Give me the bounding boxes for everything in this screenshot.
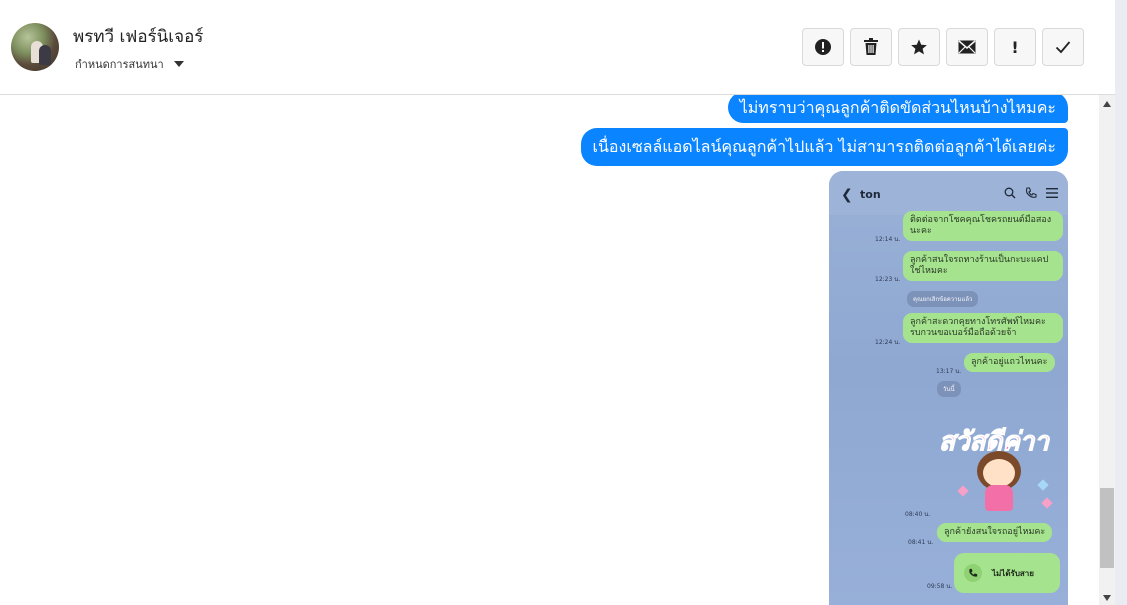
mark-done-button[interactable] bbox=[1042, 28, 1084, 66]
sticker-time: 08:40 น. bbox=[905, 511, 931, 518]
contact-name[interactable]: พรทวี เฟอร์นิเจอร์ bbox=[73, 23, 203, 50]
chat-scrollbar[interactable] bbox=[1099, 95, 1115, 605]
line-message-time: 08:41 น. bbox=[908, 539, 934, 546]
line-message-time: 12:14 น. bbox=[875, 236, 901, 243]
conversation-schedule-dropdown[interactable]: กำหนดการสนทนา bbox=[75, 55, 184, 73]
line-message-time: 12:24 น. bbox=[875, 339, 901, 346]
scroll-down-arrow-icon[interactable] bbox=[1103, 595, 1111, 601]
heart-icon bbox=[1037, 479, 1049, 491]
report-button[interactable] bbox=[802, 28, 844, 66]
line-unsent-notice: คุณยกเลิกข้อความแล้ว bbox=[907, 291, 979, 307]
phone-call-icon bbox=[964, 564, 982, 582]
menu-icon bbox=[1046, 188, 1058, 198]
message-list[interactable]: ไม่ทราบว่าคุณลูกค้าติดขัดส่วนไหนบ้างไหมค… bbox=[0, 95, 1099, 605]
sticker-girl-face bbox=[983, 459, 1015, 487]
window-edge bbox=[1115, 0, 1127, 605]
scroll-up-arrow-icon[interactable] bbox=[1103, 101, 1111, 107]
exclamation-circle-icon bbox=[815, 39, 831, 55]
missed-call-bubble: ไม่ได้รับสาย bbox=[954, 553, 1060, 593]
line-message: ลูกค้าสะดวกคุยทางโทรศัพท์ไหมคะรบกวนขอเบอ… bbox=[903, 313, 1063, 343]
contact-avatar[interactable] bbox=[11, 23, 59, 71]
missed-call-label: ไม่ได้รับสาย bbox=[992, 568, 1034, 578]
line-message-time: 13:17 น. bbox=[936, 368, 962, 375]
scrollbar-thumb[interactable] bbox=[1100, 488, 1114, 568]
line-message: ลูกค้ายังสนใจรถอยู่ไหมคะ bbox=[937, 523, 1053, 542]
line-message: ติดต่อจากโชคคุณโชครถยนต์มือสองนะคะ bbox=[903, 211, 1063, 241]
conversation-header: พรทวี เฟอร์นิเจอร์ กำหนดการสนทนา ! bbox=[0, 0, 1115, 95]
mark-important-button[interactable]: ! bbox=[994, 28, 1036, 66]
avatar-person-2 bbox=[39, 45, 51, 65]
phone-icon bbox=[1025, 187, 1037, 198]
outgoing-message[interactable]: ไม่ทราบว่าคุณลูกค้าติดขัดส่วนไหนบ้างไหมค… bbox=[727, 95, 1068, 123]
conversation-toolbar: ! bbox=[802, 28, 1084, 66]
line-message-time: 12:23 น. bbox=[875, 276, 901, 283]
line-chat-header: ❮ ton bbox=[829, 171, 1068, 215]
conversation-schedule-label: กำหนดการสนทนา bbox=[75, 58, 164, 71]
chat-window: พรทวี เฟอร์นิเจอร์ กำหนดการสนทนา ! ไม่ทร… bbox=[0, 0, 1127, 605]
line-header-icons bbox=[1004, 187, 1058, 199]
sticker-girl-dress bbox=[985, 485, 1013, 511]
heart-icon bbox=[1041, 497, 1053, 509]
envelope-icon bbox=[958, 40, 976, 54]
greeting-sticker: สวัสดีค่าา bbox=[939, 421, 1059, 521]
important-label: ! bbox=[1011, 37, 1019, 57]
image-attachment[interactable]: ❮ ton ติดต่อจากโชคคุณโชครถยนต์มือสองนะคะ… bbox=[829, 171, 1068, 605]
line-date-pill: วันนี้ bbox=[937, 381, 961, 397]
check-icon bbox=[1055, 41, 1071, 54]
call-time: 09:58 น. bbox=[927, 583, 953, 590]
delete-button[interactable] bbox=[850, 28, 892, 66]
caret-down-icon bbox=[173, 61, 184, 67]
back-arrow-icon: ❮ bbox=[841, 187, 853, 203]
heart-icon bbox=[957, 485, 969, 497]
star-button[interactable] bbox=[898, 28, 940, 66]
line-chat-title: ton bbox=[860, 188, 881, 201]
line-message: ลูกค้าอยู่แถวไหนคะ bbox=[964, 353, 1055, 372]
trash-icon bbox=[864, 38, 878, 55]
outgoing-message[interactable]: เนื่องเซลล์แอดไลน์คุณลูกค้าไปแล้ว ไม่สาม… bbox=[580, 128, 1068, 166]
line-message: ลูกค้าสนใจรถทางร้านเป็นกะบะแคปใช่ไหมคะ bbox=[903, 251, 1063, 281]
star-icon bbox=[911, 39, 927, 55]
search-icon bbox=[1004, 187, 1016, 199]
email-button[interactable] bbox=[946, 28, 988, 66]
